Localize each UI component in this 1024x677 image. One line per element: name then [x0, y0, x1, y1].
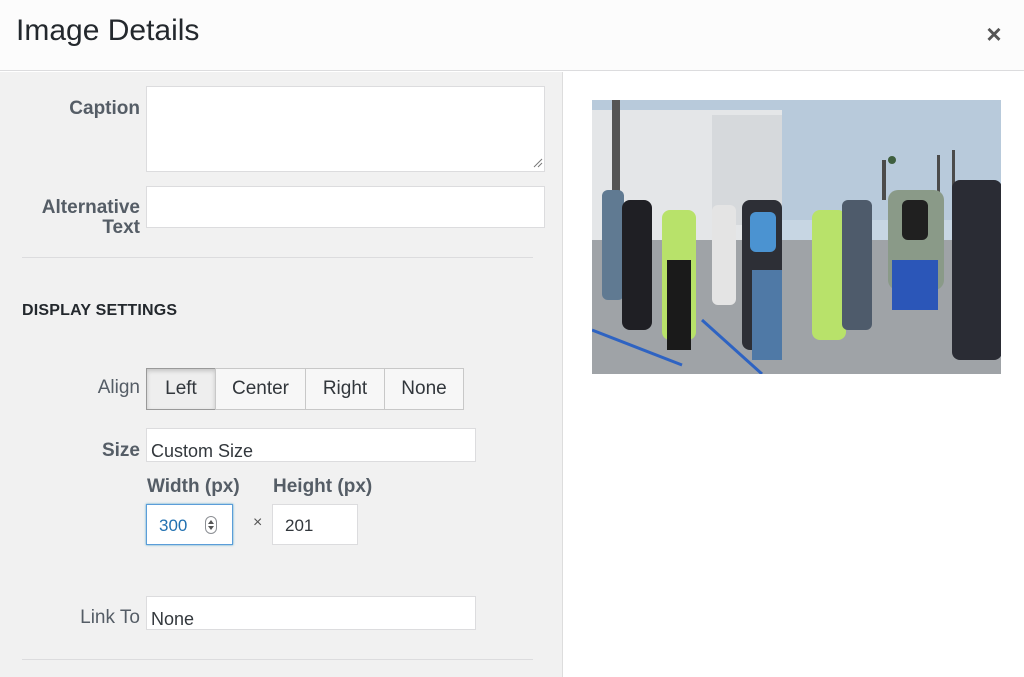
link-to-select[interactable]: None: [146, 596, 476, 630]
align-none-button[interactable]: None: [384, 368, 464, 410]
photo-illustration: [592, 100, 1001, 374]
align-label: Align: [97, 377, 140, 398]
height-label: Height (px): [273, 476, 373, 497]
size-label: Size: [101, 440, 140, 461]
divider: [22, 257, 533, 258]
size-select[interactable]: Custom Size: [146, 428, 476, 462]
image-preview: [592, 100, 1001, 374]
caption-label: Caption: [69, 98, 140, 119]
alt-text-label-line1: Alternative: [41, 197, 140, 218]
display-settings-heading: DISPLAY SETTINGS: [22, 302, 178, 319]
align-right-button[interactable]: Right: [305, 368, 385, 410]
align-center-button[interactable]: Center: [215, 368, 306, 410]
width-label: Width (px): [147, 476, 240, 497]
align-button-group: Left Center Right None: [146, 368, 464, 410]
close-icon[interactable]: ×: [980, 20, 1008, 48]
divider: [22, 659, 533, 660]
alt-text-input[interactable]: [146, 186, 545, 228]
stepper-icon[interactable]: [205, 516, 217, 534]
resize-grip-icon[interactable]: [533, 158, 543, 168]
align-left-button[interactable]: Left: [146, 368, 216, 410]
height-input[interactable]: 201: [272, 504, 358, 545]
dimension-separator: ×: [253, 514, 263, 531]
modal-title: Image Details: [16, 14, 200, 47]
caption-textarea[interactable]: [146, 86, 545, 172]
alt-text-label-line2: Text: [102, 217, 140, 238]
modal-header: Image Details ×: [0, 0, 1024, 71]
link-to-label: Link To: [80, 607, 140, 628]
width-input[interactable]: 300: [146, 504, 233, 545]
width-value: 300: [159, 516, 188, 535]
alt-text-label: Alternative Text: [20, 198, 140, 238]
